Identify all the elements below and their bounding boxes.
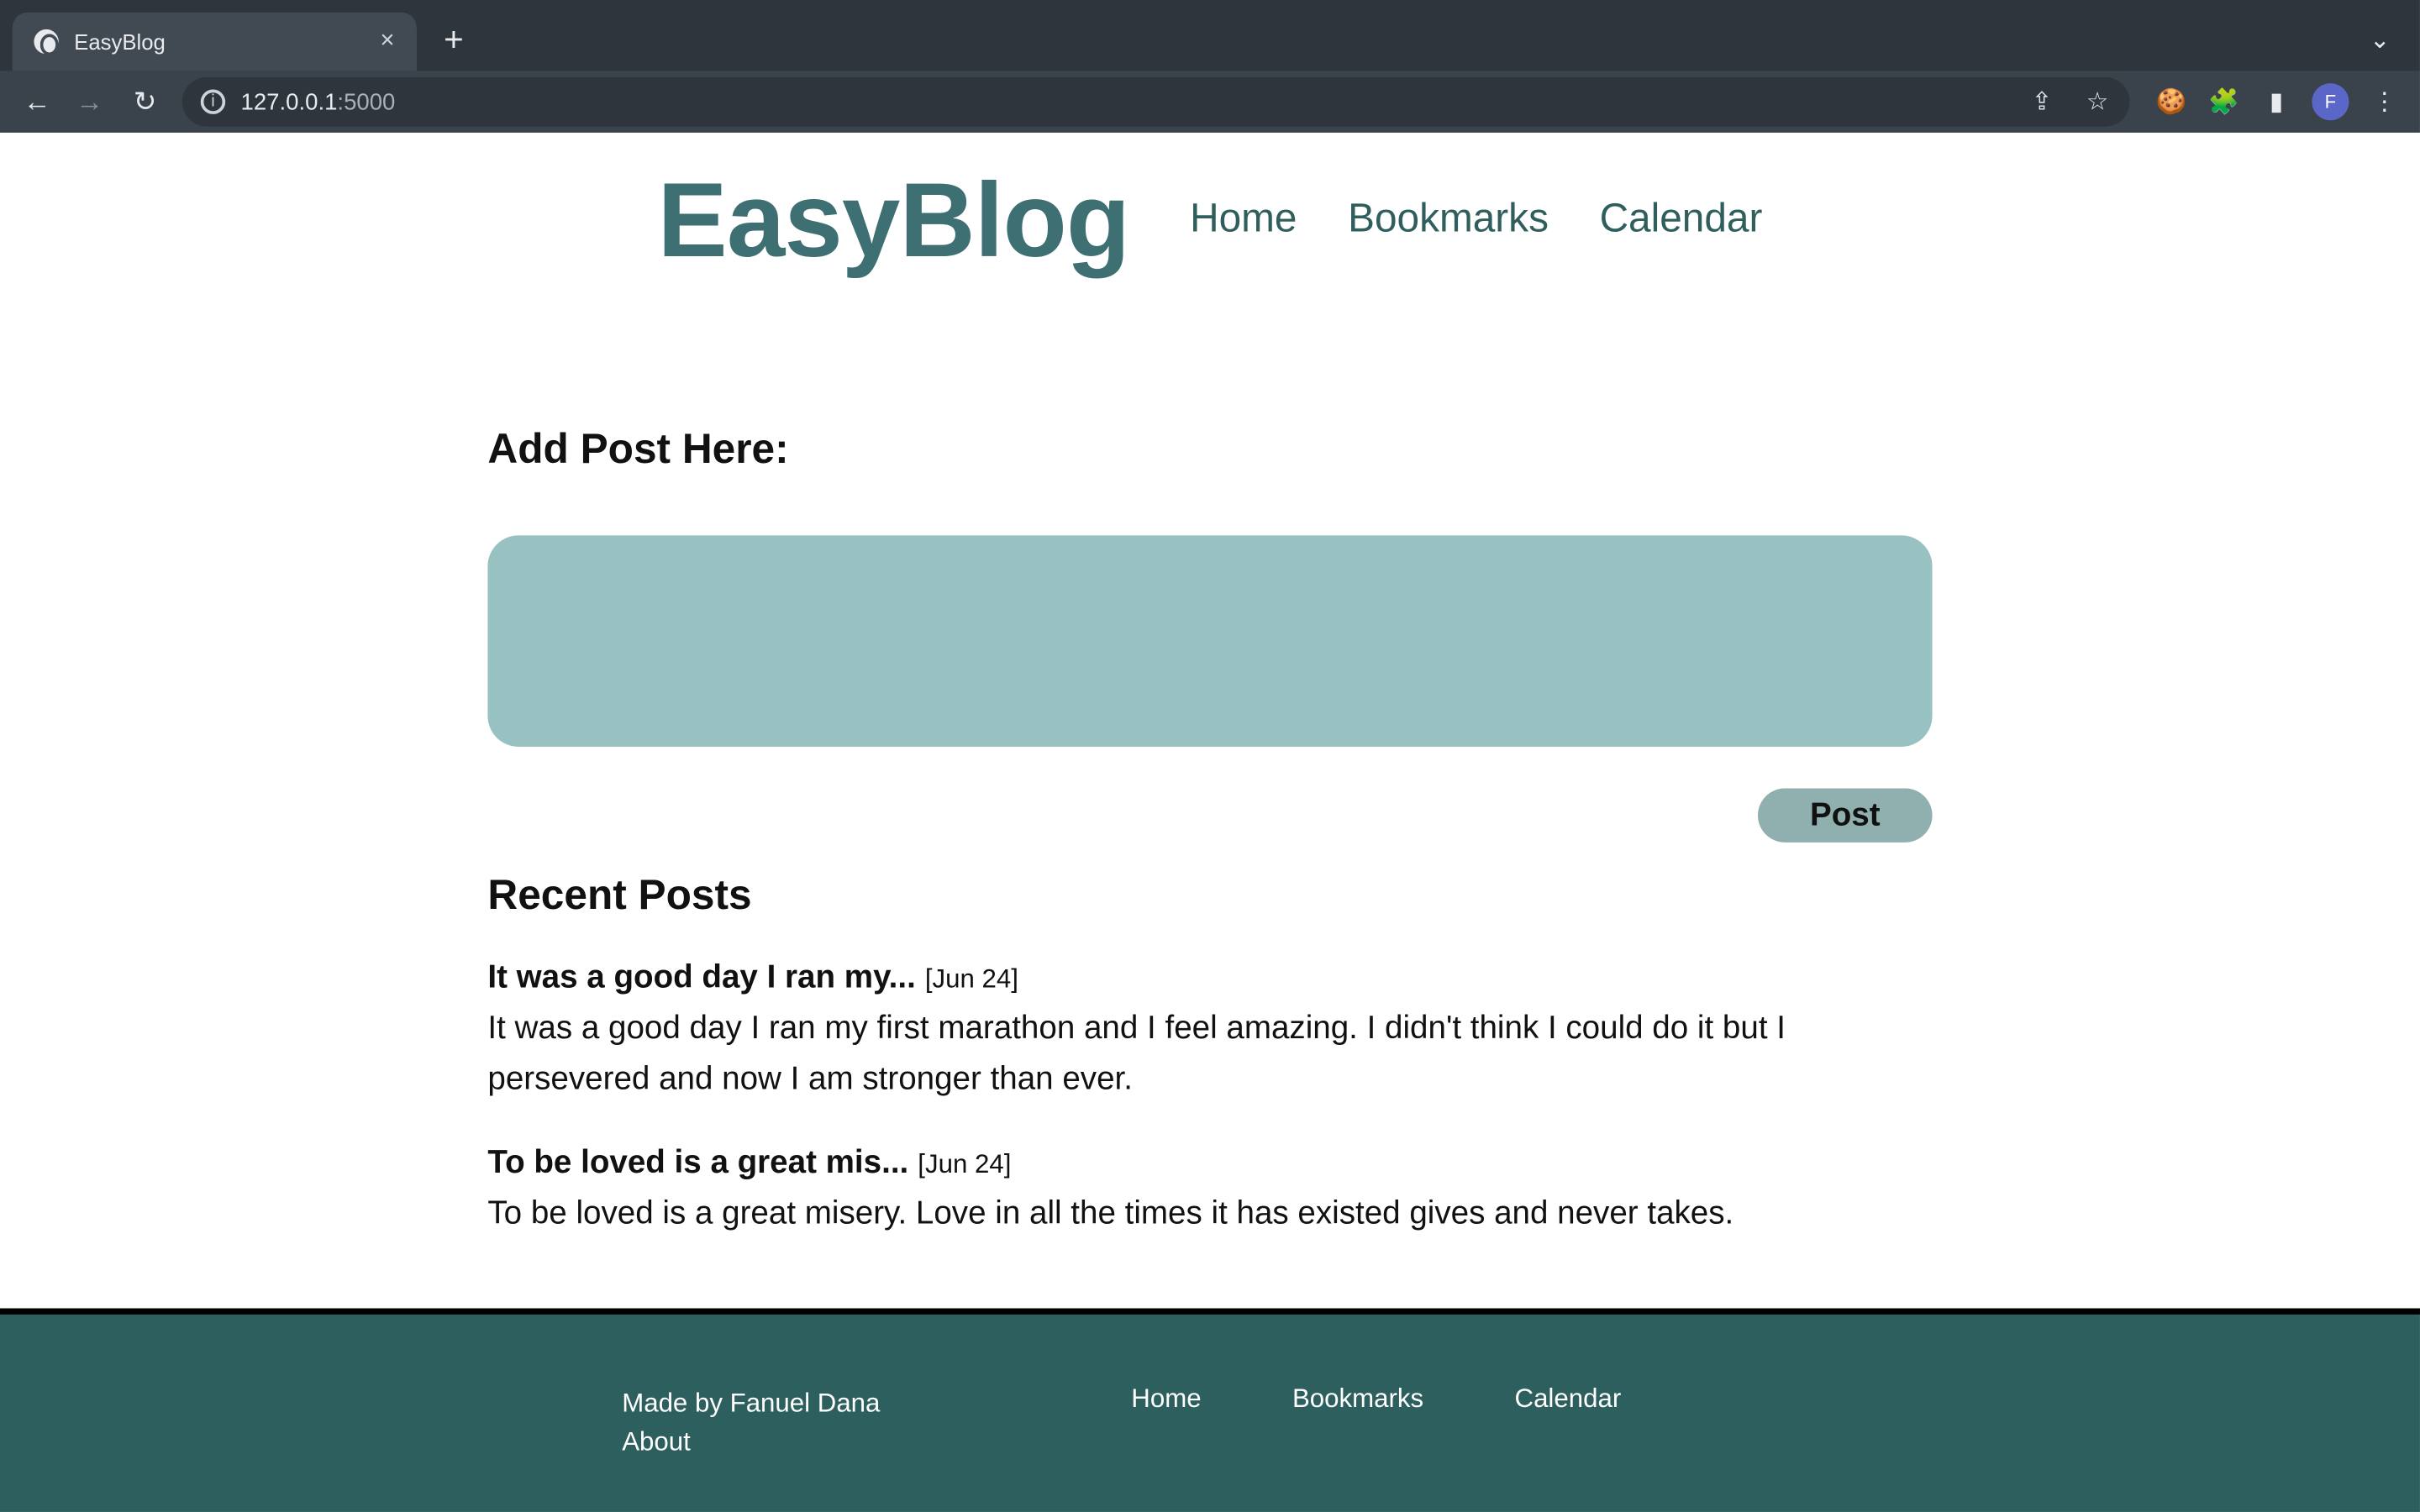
add-post-heading: Add Post Here: (487, 425, 789, 473)
browser-toolbar: ← → ↻ i 127.0.0.1:5000 ⇪ ☆ 🍪 🧩 ▮ F ⋮ (0, 71, 2420, 133)
post-button[interactable]: Post (1758, 788, 1933, 843)
back-button[interactable]: ← (18, 83, 55, 120)
share-icon[interactable]: ⇪ (2025, 85, 2059, 118)
url-port: :5000 (337, 88, 396, 115)
cookie-extension-icon[interactable]: 🍪 (2154, 85, 2188, 118)
browser-window: EasyBlog × + ⌄ ← → ↻ i 127.0.0.1:5000 ⇪ … (0, 0, 2420, 1512)
post-title[interactable]: To be loved is a great mis... (487, 1145, 908, 1182)
post-date: [Jun 24] (918, 1149, 1012, 1179)
post-textarea[interactable] (487, 535, 1933, 747)
globe-icon (34, 29, 59, 55)
post-actions: Post (487, 788, 1933, 843)
post-header: To be loved is a great mis... [Jun 24] (487, 1145, 1932, 1182)
kebab-menu-icon[interactable]: ⋮ (2367, 85, 2401, 118)
footer-made-by: Made by Fanuel Dana (622, 1389, 881, 1418)
nav-home-link[interactable]: Home (1190, 194, 1297, 242)
tab-title: EasyBlog (74, 29, 166, 55)
info-icon[interactable]: i (200, 89, 226, 114)
site-header: EasyBlog Home Bookmarks Calendar (0, 133, 2420, 318)
puzzle-extensions-icon[interactable]: 🧩 (2207, 85, 2240, 118)
post-item: It was a good day I ran my... [Jun 24] I… (487, 959, 1932, 1105)
url-host: 127.0.0.1 (240, 88, 338, 115)
nav-bookmarks-link[interactable]: Bookmarks (1348, 194, 1549, 242)
bookmark-star-icon[interactable]: ☆ (2081, 85, 2114, 118)
footer-links: Home Bookmarks Calendar (1131, 1384, 1621, 1415)
site-brand[interactable]: EasyBlog (657, 160, 1130, 281)
post-item: To be loved is a great mis... [Jun 24] T… (487, 1145, 1932, 1239)
post-body: To be loved is a great misery. Love in a… (487, 1195, 1734, 1231)
close-icon[interactable]: × (373, 28, 401, 55)
post-header: It was a good day I ran my... [Jun 24] (487, 959, 1932, 996)
tab-strip: EasyBlog × + ⌄ (0, 0, 2420, 71)
footer-bookmarks-link[interactable]: Bookmarks (1292, 1384, 1423, 1415)
page: EasyBlog Home Bookmarks Calendar Add Pos… (0, 132, 2420, 1512)
active-tab[interactable]: EasyBlog × (12, 12, 417, 71)
site-nav: Home Bookmarks Calendar (1190, 194, 1762, 242)
post-title[interactable]: It was a good day I ran my... (487, 959, 915, 996)
site-footer: Made by Fanuel Dana About Home Bookmarks… (0, 1308, 2420, 1512)
new-tab-button[interactable]: + (435, 20, 472, 59)
post-date: [Jun 24] (924, 963, 1018, 994)
chevron-down-icon[interactable]: ⌄ (2361, 22, 2398, 59)
reload-button[interactable]: ↻ (127, 83, 164, 120)
extension-area: 🍪 🧩 ▮ F ⋮ (2154, 83, 2402, 121)
nav-calendar-link[interactable]: Calendar (1600, 194, 1763, 242)
footer-calendar-link[interactable]: Calendar (1515, 1384, 1622, 1415)
footer-left: Made by Fanuel Dana About (622, 1384, 880, 1462)
side-panel-icon[interactable]: ▮ (2260, 85, 2293, 118)
post-body: It was a good day I ran my first maratho… (487, 1011, 1786, 1097)
main-content: Add Post Here: Post Recent Posts It was … (487, 425, 1933, 1239)
address-bar[interactable]: i 127.0.0.1:5000 ⇪ ☆ (182, 76, 2130, 127)
address-bar-actions: ⇪ ☆ (2025, 77, 2115, 127)
recent-posts-heading: Recent Posts (487, 871, 752, 918)
profile-avatar[interactable]: F (2312, 83, 2349, 121)
footer-home-link[interactable]: Home (1131, 1384, 1201, 1415)
footer-about-link[interactable]: About (622, 1427, 691, 1457)
forward-button[interactable]: → (71, 83, 108, 120)
